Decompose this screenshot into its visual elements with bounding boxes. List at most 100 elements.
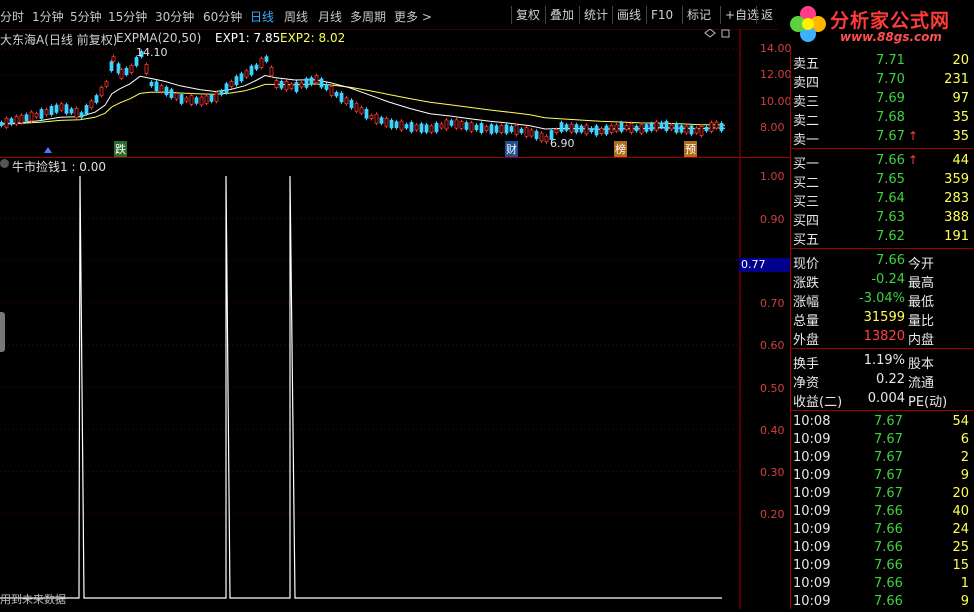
candle xyxy=(284,80,289,91)
quote-label: 收益(二) xyxy=(793,395,843,410)
candle xyxy=(679,125,684,133)
order-book-row[interactable]: 卖五 7.71 20 xyxy=(791,52,974,72)
level-label: 买三 xyxy=(793,195,820,210)
candle xyxy=(149,81,154,87)
order-book-row[interactable]: 买五 7.62 191 xyxy=(791,228,974,248)
level-price: 7.62 xyxy=(876,229,905,244)
book-separator xyxy=(791,248,974,249)
tab-3[interactable]: 15分钟 xyxy=(108,8,147,25)
tab-7[interactable]: 周线 xyxy=(284,8,308,25)
candle xyxy=(519,128,524,134)
candle xyxy=(109,61,114,72)
quote-label: 最高 xyxy=(908,276,935,291)
candle xyxy=(74,108,79,118)
tab-5[interactable]: 60分钟 xyxy=(203,8,242,25)
tab-2[interactable]: 5分钟 xyxy=(70,8,102,25)
candle xyxy=(664,121,669,131)
tick-row: 10:08 7.67 54 xyxy=(791,413,974,432)
order-book-row[interactable]: 卖四 7.70 231 xyxy=(791,71,974,91)
candle xyxy=(684,125,689,134)
event-marker[interactable]: 预 xyxy=(684,141,697,157)
toolbar-button-2[interactable]: 统计 xyxy=(579,6,612,24)
tab-1[interactable]: 1分钟 xyxy=(32,8,64,25)
event-marker[interactable]: 财 xyxy=(505,141,518,157)
tab-0[interactable]: 分时 xyxy=(0,8,24,25)
candle xyxy=(39,109,44,119)
candle xyxy=(474,124,479,131)
level-volume: 20 xyxy=(952,53,969,68)
candle xyxy=(44,109,49,116)
candle xyxy=(614,124,619,132)
candle xyxy=(259,58,264,68)
high-price-label: 14.10 xyxy=(136,46,168,59)
candle xyxy=(699,126,704,136)
level-price: 7.64 xyxy=(876,191,905,206)
tick-volume: 1 xyxy=(960,576,969,591)
level-volume: 35 xyxy=(952,129,969,144)
order-book-row[interactable]: 买二 7.65 359 xyxy=(791,171,974,191)
level-volume: 35 xyxy=(952,110,969,125)
indicator-axis-label: 0.90 xyxy=(760,213,785,226)
candle xyxy=(629,123,634,133)
toolbar-button-4[interactable]: F10 xyxy=(646,6,677,24)
tab-4[interactable]: 30分钟 xyxy=(155,8,194,25)
quote-label: 现价 xyxy=(793,257,820,272)
level-volume: 359 xyxy=(944,172,969,187)
order-book-row[interactable]: 卖二 7.68 35 xyxy=(791,109,974,129)
side-drag-handle[interactable] xyxy=(0,312,5,352)
diamond-icon[interactable] xyxy=(704,29,716,38)
candle xyxy=(399,120,404,131)
order-book-row[interactable]: 买三 7.64 283 xyxy=(791,190,974,210)
square-icon[interactable] xyxy=(721,29,730,38)
level-label: 买四 xyxy=(793,214,820,229)
order-book-row[interactable]: 买一 7.66 ↑ 44 xyxy=(791,152,974,172)
toolbar-button-5[interactable]: 标记 xyxy=(682,6,715,24)
candle xyxy=(116,63,121,74)
tick-row: 10:09 7.66 9 xyxy=(791,593,974,612)
tick-time: 10:09 xyxy=(793,576,831,591)
tick-time: 10:09 xyxy=(793,450,831,465)
candle xyxy=(309,77,314,85)
logo-url: www.88gs.com xyxy=(840,30,942,44)
indicator-chart[interactable] xyxy=(0,158,790,609)
tick-time: 10:09 xyxy=(793,468,831,483)
candle xyxy=(234,76,239,86)
toolbar-button-0[interactable]: 复权 xyxy=(511,6,544,24)
tick-time: 10:09 xyxy=(793,522,831,537)
tab-6[interactable]: 日线 xyxy=(250,8,274,25)
level-volume: 231 xyxy=(944,72,969,87)
toolbar-button-3[interactable]: 画线 xyxy=(612,6,645,24)
level-volume: 388 xyxy=(944,210,969,225)
candle xyxy=(209,94,214,102)
candle xyxy=(344,97,349,105)
candle xyxy=(359,107,364,114)
level-label: 卖五 xyxy=(793,57,820,72)
tick-price: 7.66 xyxy=(874,558,903,573)
candle xyxy=(189,95,194,105)
tab-9[interactable]: 多周期 xyxy=(350,8,386,25)
candle xyxy=(564,124,569,131)
candle xyxy=(534,130,539,140)
candle xyxy=(594,125,599,136)
candle xyxy=(24,114,29,122)
event-marker[interactable]: 榜 xyxy=(614,141,627,157)
candle xyxy=(389,119,394,129)
candle xyxy=(179,94,184,104)
toolbar-button-7[interactable]: 返 xyxy=(756,6,777,24)
candle xyxy=(279,80,284,89)
event-marker[interactable]: 跌 xyxy=(114,141,127,157)
tab-8[interactable]: 月线 xyxy=(318,8,342,25)
quote-row: 收益(二) 0.004 PE(动) xyxy=(791,390,974,410)
toolbar-button-1[interactable]: 叠加 xyxy=(545,6,578,24)
order-book-row[interactable]: 卖一 7.67 ↑ 35 xyxy=(791,128,974,148)
candle xyxy=(409,122,414,132)
quote-value: 7.66 xyxy=(876,253,905,268)
kline-chart[interactable] xyxy=(0,29,790,157)
order-book-row[interactable]: 买四 7.63 388 xyxy=(791,209,974,229)
order-book-row[interactable]: 卖三 7.69 97 xyxy=(791,90,974,110)
candle xyxy=(444,119,449,130)
candle xyxy=(169,89,174,98)
candle xyxy=(304,78,309,88)
candle xyxy=(334,92,339,97)
tab-10[interactable]: 更多 > xyxy=(394,8,432,25)
